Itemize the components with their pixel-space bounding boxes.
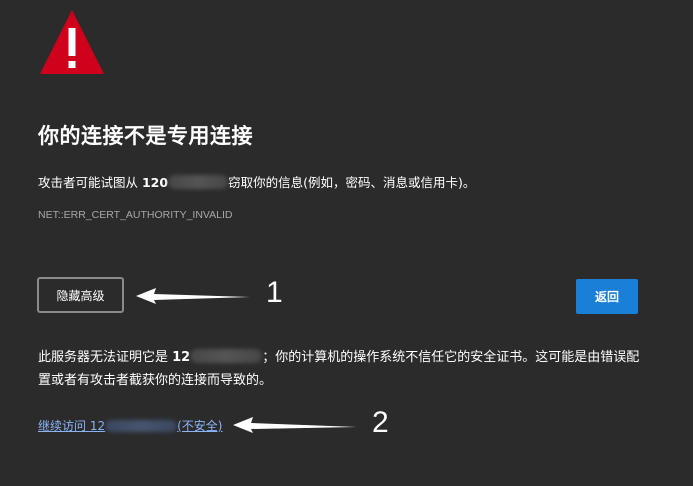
certificate-explanation: 此服务器无法证明它是 12 ；你的计算机的操作系统不信任它的安全证书。这可能是由错… — [38, 346, 648, 392]
annotation-arrow-2-icon — [233, 417, 357, 433]
host-address: 120 — [141, 175, 169, 190]
annotation-arrow-1-icon — [136, 288, 250, 304]
warning-triangle-icon — [40, 10, 104, 74]
explanation-prefix: 此服务器无法证明它是 — [38, 350, 173, 365]
proceed-suffix: (不安全) — [177, 419, 223, 433]
proceed-host: 12 — [89, 419, 106, 433]
error-code: NET::ERR_CERT_AUTHORITY_INVALID — [38, 209, 233, 221]
proceed-unsafe-link[interactable]: 继续访问 12 (不安全) — [38, 417, 222, 434]
redacted-host — [190, 349, 263, 363]
proceed-prefix: 继续访问 — [38, 419, 90, 433]
hide-advanced-button[interactable]: 隐藏高级 — [37, 277, 124, 313]
redacted-host — [105, 420, 178, 432]
redacted-host — [168, 175, 229, 189]
description-prefix: 攻击者可能试图从 — [38, 175, 142, 190]
explanation-host: 12 — [172, 350, 191, 365]
security-interstitial-page: 你的连接不是专用连接 攻击者可能试图从 120 窃取你的信息(例如，密码、消息或信… — [0, 0, 693, 486]
attack-description: 攻击者可能试图从 120 窃取你的信息(例如，密码、消息或信用卡)。 — [38, 172, 475, 191]
description-suffix: 窃取你的信息(例如，密码、消息或信用卡)。 — [228, 175, 476, 190]
annotation-label-1: 1 — [266, 276, 283, 309]
annotation-label-2: 2 — [372, 406, 389, 439]
page-title: 你的连接不是专用连接 — [38, 124, 253, 148]
back-button[interactable]: 返回 — [576, 279, 638, 314]
